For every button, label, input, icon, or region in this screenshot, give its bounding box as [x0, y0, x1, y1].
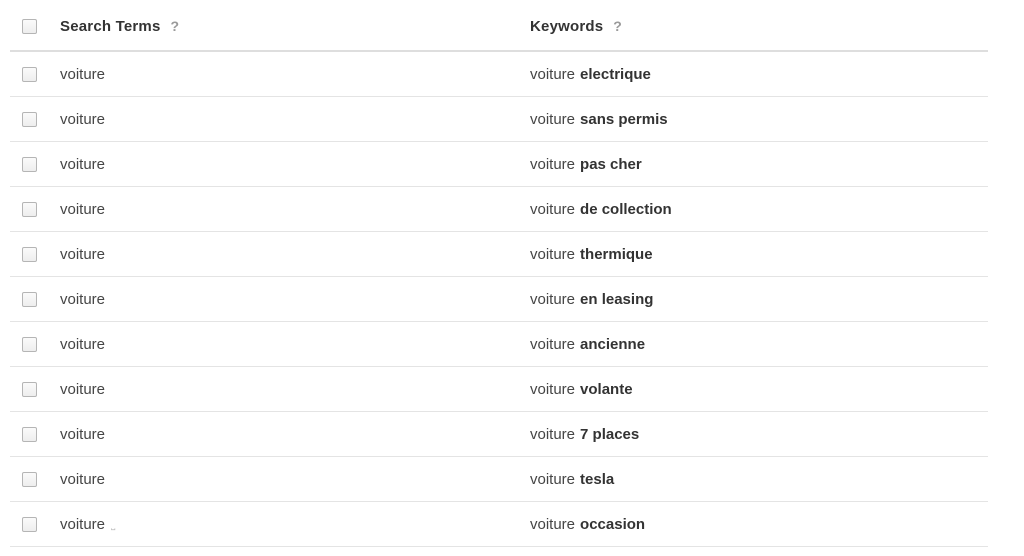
row-cell-search-term: voiture [60, 336, 530, 353]
keyword-base-text: voiture [530, 381, 576, 398]
row-checkbox[interactable] [22, 517, 37, 532]
table-row[interactable]: voiture voiture sans permis [0, 97, 1024, 142]
keyword-base-text: voiture [530, 291, 576, 308]
keyword-highlight-text: occasion [580, 516, 646, 533]
search-term-truncation-mark: ˽ [111, 518, 116, 531]
keyword-highlight-text: de collection [580, 201, 672, 218]
row-checkbox-cell [0, 292, 60, 307]
row-checkbox[interactable] [22, 247, 37, 262]
table-row[interactable]: voiture ˽ voiture occasion [0, 502, 1024, 547]
row-cell-keyword: voiture volante [530, 381, 1024, 398]
keyword-base-text: voiture [530, 201, 576, 218]
keyword-base-text: voiture [530, 516, 576, 533]
keyword-highlight-text: volante [580, 381, 633, 398]
keyword-highlight-text: thermique [580, 246, 653, 263]
row-cell-keyword: voiture occasion [530, 516, 1024, 533]
row-cell-keyword: voiture de collection [530, 201, 1024, 218]
row-checkbox-cell [0, 157, 60, 172]
row-checkbox[interactable] [22, 112, 37, 127]
table-row[interactable]: voiture voiture en leasing [0, 277, 1024, 322]
search-term-text: voiture [60, 336, 106, 353]
row-cell-search-term: voiture [60, 381, 530, 398]
row-checkbox-cell [0, 337, 60, 352]
keyword-base-text: voiture [530, 336, 576, 353]
row-checkbox-cell [0, 67, 60, 82]
search-term-text: voiture [60, 111, 106, 128]
search-terms-table: Search Terms ? Keywords ? voiture voitur… [0, 0, 1024, 547]
row-checkbox[interactable] [22, 427, 37, 442]
row-cell-search-term: voiture [60, 66, 530, 83]
table-row[interactable]: voiture voiture ancienne [0, 322, 1024, 367]
row-checkbox-cell [0, 472, 60, 487]
row-cell-search-term: voiture [60, 111, 530, 128]
header-cell-search-terms: Search Terms ? [60, 18, 530, 35]
table-row[interactable]: voiture voiture de collection [0, 187, 1024, 232]
search-term-text: voiture [60, 516, 106, 533]
header-checkbox-cell [0, 18, 60, 34]
row-cell-search-term: voiture [60, 426, 530, 443]
column-header-keywords: Keywords [530, 17, 604, 35]
row-checkbox[interactable] [22, 337, 37, 352]
row-checkbox-cell [0, 382, 60, 397]
table-row[interactable]: voiture voiture 7 places [0, 412, 1024, 457]
keyword-highlight-text: sans permis [580, 111, 668, 128]
table-header-row: Search Terms ? Keywords ? [0, 0, 1024, 52]
keyword-highlight-text: tesla [580, 471, 615, 488]
table-row[interactable]: voiture voiture tesla [0, 457, 1024, 502]
search-term-text: voiture [60, 66, 106, 83]
row-cell-keyword: voiture sans permis [530, 111, 1024, 128]
keyword-highlight-text: ancienne [580, 336, 646, 353]
help-icon-keywords[interactable]: ? [613, 19, 622, 33]
keyword-highlight-text: en leasing [580, 291, 654, 308]
search-term-text: voiture [60, 471, 106, 488]
row-cell-keyword: voiture thermique [530, 246, 1024, 263]
row-cell-keyword: voiture pas cher [530, 156, 1024, 173]
keyword-highlight-text: electrique [580, 66, 651, 83]
search-term-text: voiture [60, 156, 106, 173]
row-checkbox[interactable] [22, 472, 37, 487]
search-term-text: voiture [60, 381, 106, 398]
search-term-text: voiture [60, 201, 106, 218]
row-cell-keyword: voiture 7 places [530, 426, 1024, 443]
keyword-highlight-text: 7 places [580, 426, 640, 443]
keyword-base-text: voiture [530, 111, 576, 128]
row-cell-search-term: voiture [60, 156, 530, 173]
row-checkbox[interactable] [22, 382, 37, 397]
search-term-text: voiture [60, 246, 106, 263]
keyword-base-text: voiture [530, 246, 576, 263]
table-row[interactable]: voiture voiture pas cher [0, 142, 1024, 187]
header-cell-keywords: Keywords ? [530, 18, 1024, 35]
row-checkbox-cell [0, 202, 60, 217]
keyword-base-text: voiture [530, 471, 576, 488]
row-checkbox-cell [0, 247, 60, 262]
row-checkbox-cell [0, 517, 60, 532]
row-cell-keyword: voiture tesla [530, 471, 1024, 488]
keyword-highlight-text: pas cher [580, 156, 642, 173]
row-cell-search-term: voiture [60, 291, 530, 308]
row-checkbox[interactable] [22, 292, 37, 307]
row-cell-search-term: voiture [60, 246, 530, 263]
row-cell-search-term: voiture [60, 201, 530, 218]
search-term-text: voiture [60, 291, 106, 308]
help-icon-search-terms[interactable]: ? [171, 19, 180, 33]
keyword-base-text: voiture [530, 426, 576, 443]
row-cell-keyword: voiture en leasing [530, 291, 1024, 308]
row-cell-search-term: voiture [60, 471, 530, 488]
row-cell-keyword: voiture electrique [530, 66, 1024, 83]
row-checkbox[interactable] [22, 157, 37, 172]
row-cell-search-term: voiture ˽ [60, 516, 530, 533]
table-row[interactable]: voiture voiture electrique [0, 52, 1024, 97]
row-checkbox-cell [0, 112, 60, 127]
keyword-base-text: voiture [530, 66, 576, 83]
column-header-search-terms: Search Terms [60, 17, 161, 35]
table-row[interactable]: voiture voiture volante [0, 367, 1024, 412]
search-term-text: voiture [60, 426, 106, 443]
row-cell-keyword: voiture ancienne [530, 336, 1024, 353]
table-row[interactable]: voiture voiture thermique [0, 232, 1024, 277]
select-all-checkbox[interactable] [22, 18, 37, 34]
keyword-base-text: voiture [530, 156, 576, 173]
row-checkbox[interactable] [22, 67, 37, 82]
row-checkbox-cell [0, 427, 60, 442]
row-checkbox[interactable] [22, 202, 37, 217]
